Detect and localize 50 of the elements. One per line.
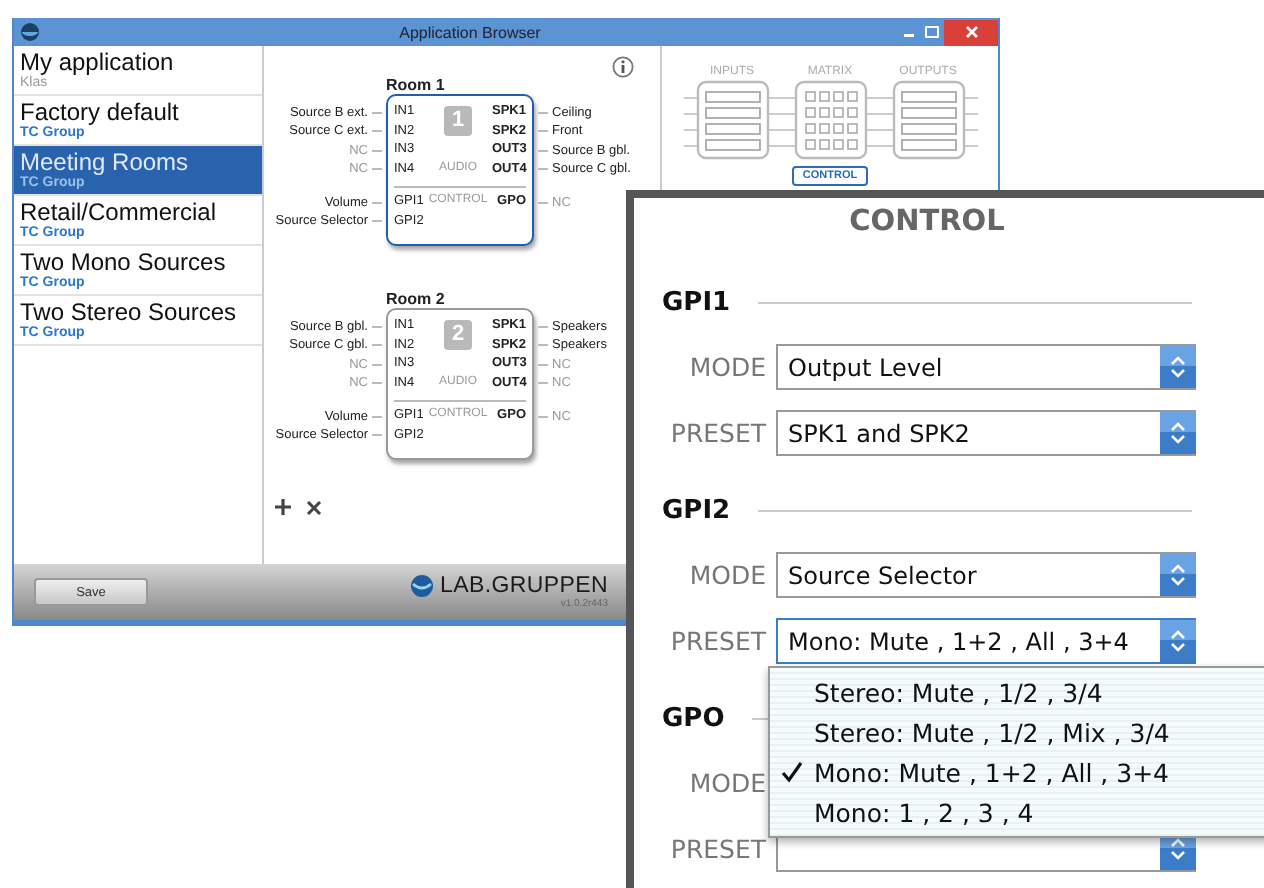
field-label: MODE: [687, 560, 768, 590]
section-heading: GPI2: [662, 495, 731, 525]
sphere-logo-icon: [409, 574, 434, 598]
item-title: Meeting Rooms: [20, 148, 191, 176]
spinner-arrows-icon: [1160, 620, 1196, 662]
channel-bank-icon: [879, 80, 977, 160]
item-title: Two Stereo Sources: [20, 298, 239, 326]
option-label: Stereo: Mute , 1/2 , 3/4: [814, 677, 1103, 707]
app-logo-icon: [20, 22, 40, 42]
checkmark-icon: [780, 760, 804, 784]
menu-option[interactable]: Stereo: Mute , 1/2 , 3/4: [770, 672, 1264, 712]
spinner-arrows-icon: [1160, 346, 1196, 388]
matrix-grid-icon: [781, 80, 879, 160]
field-label: PRESET: [668, 418, 768, 448]
option-label: Mono: Mute , 1+2 , All , 3+4: [814, 757, 1170, 787]
item-title: Two Mono Sources: [20, 248, 228, 276]
option-label: Stereo: Mute , 1/2 , Mix , 3/4: [814, 717, 1170, 747]
section-heading: GPO: [662, 703, 725, 733]
spinner-arrows-icon: [1160, 554, 1196, 596]
field-label: MODE: [687, 768, 768, 798]
field-label: PRESET: [668, 626, 768, 656]
menu-option[interactable]: Mono: 1 , 2 , 3 , 4: [770, 792, 1264, 832]
dropdown-field[interactable]: Output Level: [776, 344, 1196, 390]
dropdown-field[interactable]: Source Selector: [776, 552, 1196, 598]
dropdown-field[interactable]: Mono: Mute , 1+2 , All , 3+4: [776, 618, 1196, 664]
window-title: Application Browser: [397, 23, 543, 41]
room-title: Room 1: [386, 76, 445, 94]
spinner-arrows-icon: [1160, 412, 1196, 454]
room-number-badge: 2: [444, 320, 472, 350]
close-button[interactable]: [944, 19, 998, 45]
brand-logo: LAB.GRUPPEN: [439, 574, 608, 598]
item-title: Retail/Commercial: [20, 198, 219, 226]
maximize-icon: [922, 22, 942, 42]
menu-option[interactable]: Stereo: Mute , 1/2 , Mix , 3/4: [770, 712, 1264, 752]
section-heading: GPI1: [662, 287, 731, 317]
room-title: Room 2: [386, 290, 445, 308]
dropdown-field[interactable]: SPK1 and SPK2: [776, 410, 1196, 456]
item-title: My application: [20, 48, 176, 76]
close-icon: [963, 24, 979, 40]
channel-bank-icon: [683, 80, 781, 160]
item-title: Factory default: [20, 98, 181, 126]
field-label: PRESET: [668, 834, 768, 864]
info-icon: [612, 56, 634, 78]
menu-option[interactable]: Mono: Mute , 1+2 , All , 3+4: [770, 752, 1264, 792]
field-label: MODE: [687, 352, 768, 382]
panel-title: CONTROL: [847, 204, 1007, 242]
delete-icon[interactable]: [306, 499, 322, 515]
option-label: Mono: 1 , 2 , 3 , 4: [814, 797, 1034, 827]
add-icon[interactable]: [274, 498, 292, 516]
room-number-badge: 1: [444, 106, 472, 136]
